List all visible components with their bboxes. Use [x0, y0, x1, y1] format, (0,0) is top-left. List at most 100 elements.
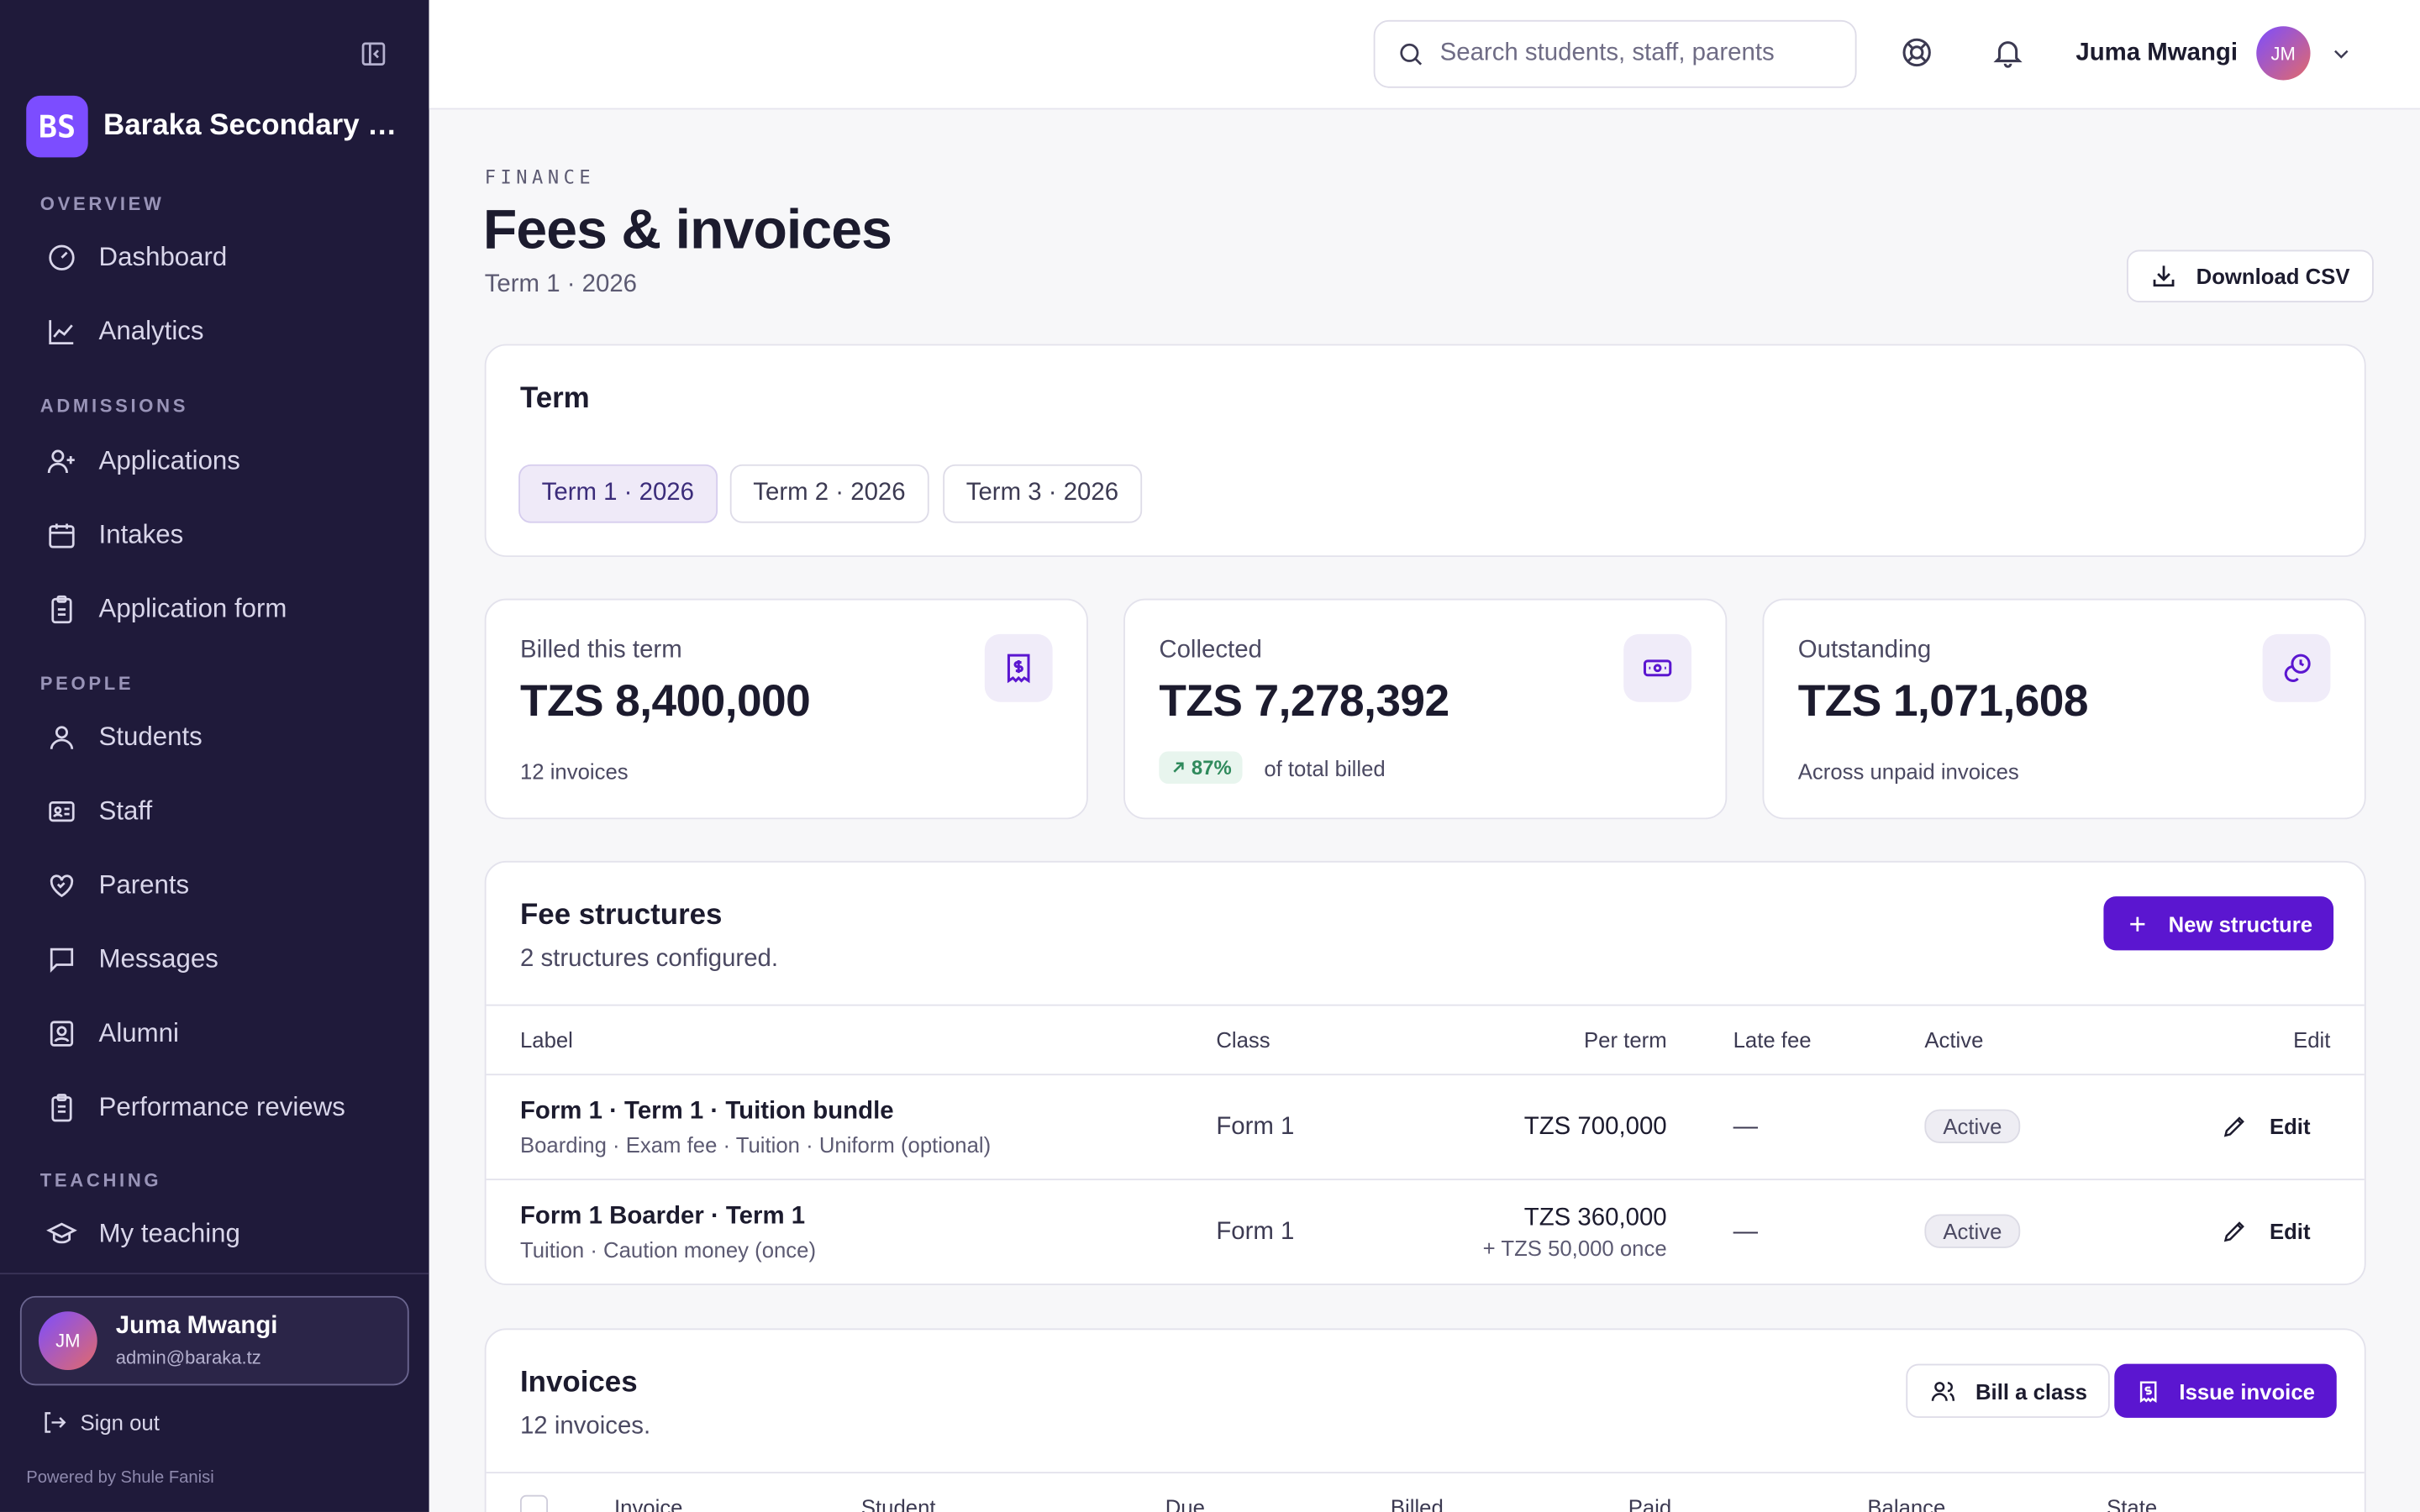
collected-percent: 87% [1191, 755, 1232, 780]
table-row[interactable]: Form 1 · Term 1 · Tuition bundle Boardin… [486, 1075, 2365, 1181]
term-card: Term [484, 344, 2366, 558]
sidebar-item-applications[interactable]: Applications [28, 430, 401, 491]
collapse-sidebar-icon[interactable] [355, 37, 392, 71]
plus-icon [2130, 916, 2145, 931]
sidebar-item-alumni[interactable]: Alumni [28, 1003, 401, 1064]
contact-icon [50, 1021, 74, 1047]
term-option-2[interactable]: Term 2 · 2026 [729, 464, 929, 523]
structure-label-cell: Form 1 · Term 1 · Tuition bundle Boardin… [520, 1099, 991, 1158]
banknote-icon [1623, 633, 1692, 702]
coins-clock-icon [2262, 633, 2331, 702]
fee-structures-card: Fee structures 2 structures configured. … [484, 860, 2366, 1285]
user-name: Juma Mwangi [2075, 39, 2238, 66]
column-header[interactable]: Paid [1628, 1495, 1671, 1512]
page-subtitle: Term 1 · 2026 [484, 271, 638, 298]
sidebar-user-card[interactable]: JM Juma Mwangi admin@baraka.tz [19, 1295, 409, 1386]
column-header[interactable]: Edit [2293, 1027, 2330, 1052]
download-icon [2153, 265, 2175, 287]
collected-foot-text: of total billed [1264, 755, 1386, 780]
table-row[interactable]: Form 1 Boarder · Term 1 Tuition · Cautio… [487, 1180, 2365, 1284]
stat-foot: Across unpaid invoices [1797, 759, 2019, 785]
fee-structures-subtitle: 2 structures configured. [519, 945, 779, 973]
select-all-checkbox[interactable] [519, 1494, 549, 1512]
heart-handshake-icon [50, 874, 74, 898]
collected-percent-badge: 87% [1159, 751, 1243, 785]
fee-structures-title: Fee structures [519, 899, 723, 932]
sidebar-item-dashboard[interactable]: Dashboard [28, 227, 401, 288]
sidebar-item-label: Analytics [98, 316, 204, 346]
issue-invoice-button[interactable]: Issue invoice [2114, 1363, 2337, 1418]
bill-a-class-button[interactable]: Bill a class [1906, 1363, 2111, 1418]
column-header[interactable]: Per term [1584, 1027, 1667, 1052]
sidebar-item-my-teaching[interactable]: My teaching [28, 1204, 401, 1265]
pencil-icon [2223, 1116, 2244, 1137]
arrow-up-right-icon [1173, 762, 1184, 773]
brand[interactable]: BS Baraka Secondary School [26, 95, 404, 158]
section-overview: OVERVIEW [39, 192, 165, 215]
sidebar-item-parents[interactable]: Parents [28, 855, 401, 916]
user-name: Juma Mwangi [115, 1313, 278, 1340]
status-badge: Active [1924, 1109, 2021, 1143]
sign-out-label: Sign out [80, 1410, 160, 1436]
sidebar-item-messages[interactable]: Messages [28, 929, 401, 990]
search-input[interactable] [1439, 39, 1796, 68]
term-option-1[interactable]: Term 1 · 2026 [518, 464, 718, 523]
download-csv-button[interactable]: Download CSV [2126, 249, 2374, 302]
sidebar-item-staff[interactable]: Staff [28, 780, 401, 842]
new-structure-button[interactable]: New structure [2103, 896, 2334, 951]
structure-title: Form 1 · Term 1 · Tuition bundle [519, 1098, 894, 1125]
sidebar-item-students[interactable]: Students [28, 706, 401, 768]
stat-foot: 87% of total billed [1159, 751, 1386, 785]
sidebar-item-performance-reviews[interactable]: Performance reviews [28, 1077, 401, 1138]
column-header[interactable]: Balance [1867, 1495, 1945, 1512]
fee-table-header: Label Class Per term Late fee Active Edi… [486, 1004, 2365, 1076]
late-fee-cell: — [1733, 1218, 1759, 1246]
column-header[interactable]: Invoice [614, 1495, 682, 1512]
search-box[interactable] [1373, 19, 1857, 88]
section-admissions: ADMISSIONS [39, 395, 189, 417]
sidebar: BS Baraka Secondary School OVERVIEW Dash… [0, 0, 429, 1512]
column-header[interactable]: Active [1924, 1027, 1983, 1052]
sidebar-item-application-form[interactable]: Application form [28, 579, 401, 640]
gauge-icon [49, 244, 75, 270]
structure-label-cell: Form 1 Boarder · Term 1 Tuition · Cautio… [520, 1204, 816, 1263]
column-header[interactable]: Billed [1391, 1495, 1444, 1512]
chevron-down-icon [2333, 49, 2349, 58]
stat-label: Collected [1159, 637, 1262, 664]
column-header[interactable]: Late fee [1733, 1027, 1812, 1052]
sidebar-item-analytics[interactable]: Analytics [28, 301, 401, 362]
section-people: PEOPLE [39, 672, 134, 695]
search-icon [1400, 43, 1423, 66]
edit-button[interactable]: Edit [2220, 1217, 2311, 1245]
status-badge: Active [1924, 1214, 2021, 1248]
bell-icon[interactable] [1990, 34, 2027, 71]
help-icon[interactable] [1898, 34, 1935, 71]
column-header[interactable]: Label [520, 1027, 573, 1052]
term-option-3[interactable]: Term 3 · 2026 [943, 464, 1142, 523]
sidebar-item-intakes[interactable]: Intakes [28, 505, 401, 566]
sidebar-item-label: Applications [98, 445, 240, 475]
graduation-cap-icon [46, 1222, 77, 1244]
column-header[interactable]: Class [1216, 1027, 1270, 1052]
edit-label: Edit [2269, 1114, 2311, 1139]
invoice-table-header: Invoice Student Due Billed Paid Balance … [486, 1472, 2365, 1512]
column-header[interactable]: State [2107, 1495, 2157, 1512]
user-menu[interactable]: Juma Mwangi JM [2075, 26, 2353, 81]
column-header[interactable]: Student [861, 1495, 936, 1512]
edit-button[interactable]: Edit [2220, 1112, 2311, 1140]
column-header[interactable]: Due [1165, 1495, 1205, 1512]
term-card-title: Term [519, 382, 590, 416]
user-plus-icon [47, 449, 75, 474]
stat-value: TZS 7,278,392 [1159, 677, 1449, 727]
active-cell: Active [1924, 1214, 2021, 1248]
class-cell: Form 1 [1216, 1114, 1295, 1141]
brand-logo: BS [26, 95, 88, 158]
avatar: JM [2256, 26, 2311, 81]
stat-label: Billed this term [519, 637, 682, 664]
sidebar-item-label: Performance reviews [98, 1092, 345, 1122]
sign-out-link[interactable]: Sign out [40, 1409, 160, 1436]
sidebar-item-label: Dashboard [98, 242, 228, 272]
stat-foot: 12 invoices [519, 759, 629, 785]
sidebar-item-label: My teaching [98, 1218, 240, 1248]
receipt-icon [984, 633, 1053, 702]
